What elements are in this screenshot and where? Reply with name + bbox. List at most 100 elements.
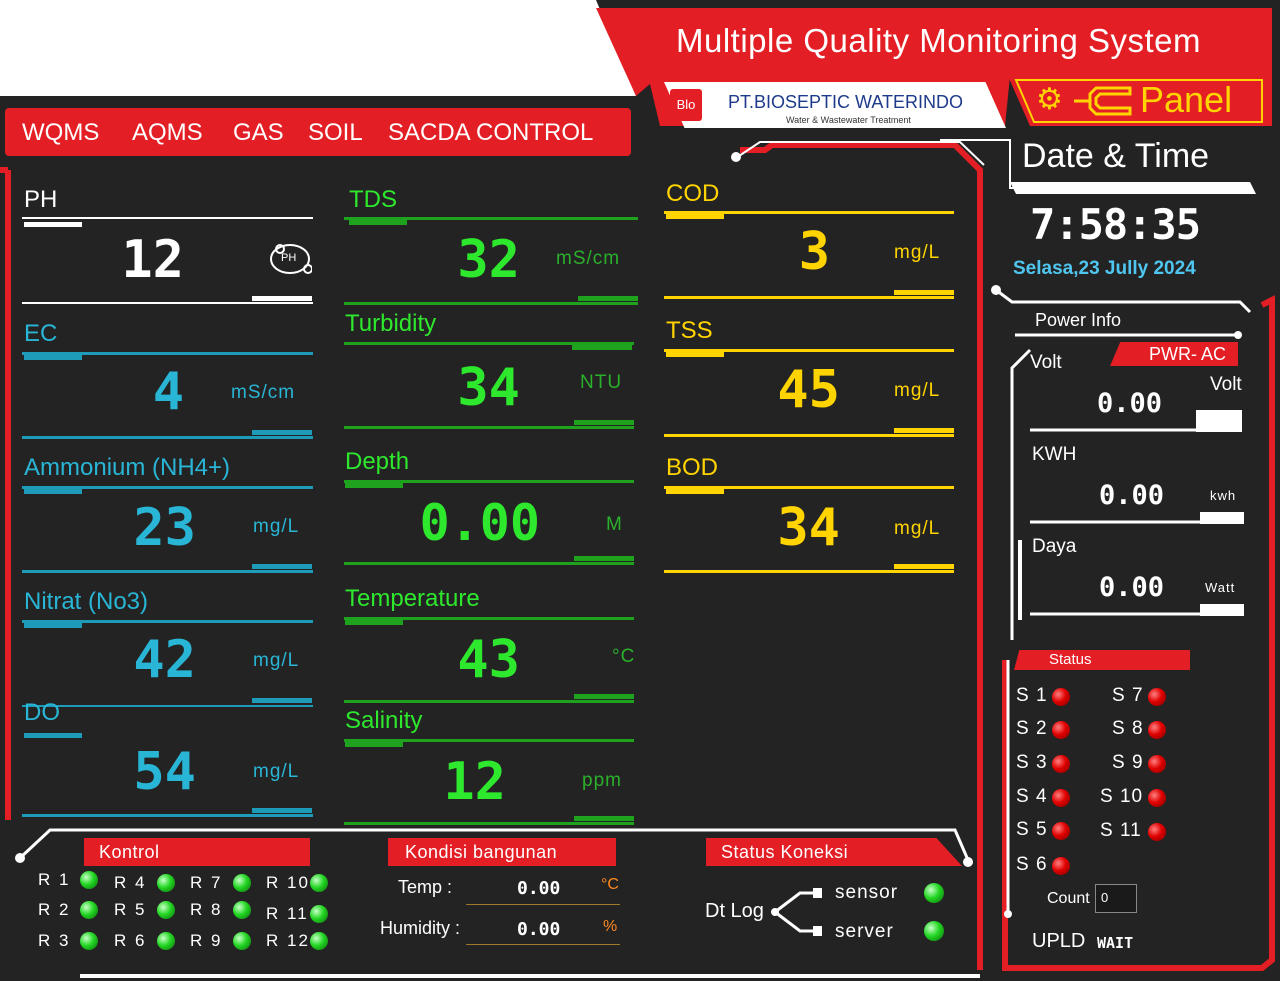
do-value: 54: [133, 742, 196, 802]
count-label: Count: [1047, 890, 1090, 907]
turbidity-label: Turbidity: [345, 310, 437, 337]
status-s5-label: S 5: [1016, 819, 1048, 840]
nav-wqms[interactable]: WQMS: [22, 119, 99, 147]
depth-unit: M: [606, 514, 623, 535]
count-field[interactable]: 0: [1095, 884, 1137, 913]
bod-bottomline: [664, 570, 954, 573]
nav-soil[interactable]: SOIL: [308, 119, 363, 147]
ammonium-endbar: [252, 564, 312, 569]
do-bottomline: [22, 814, 313, 817]
upld-label: UPLD: [1032, 930, 1086, 952]
status-s9-led: [1148, 755, 1166, 773]
ec-endbar: [252, 430, 312, 435]
relay-r5-led[interactable]: [157, 901, 175, 919]
cod-underline: [666, 214, 724, 219]
nav-sacda-control[interactable]: SACDA CONTROL: [388, 119, 593, 147]
status-header: Status: [1014, 650, 1190, 670]
tss-bottomline: [664, 434, 954, 437]
temperature-bottomline: [344, 700, 634, 703]
do-label: DO: [24, 699, 60, 726]
connector-icon: [1074, 86, 1132, 116]
nav-aqms[interactable]: AQMS: [132, 119, 203, 147]
status-s6-label: S 6: [1016, 854, 1048, 875]
status-s1-led: [1052, 688, 1070, 706]
company-name: PT.BIOSEPTIC WATERINDO: [728, 92, 964, 112]
relay-r10-led[interactable]: [310, 874, 328, 892]
status-s4-label: S 4: [1016, 786, 1048, 807]
status-s2-led: [1052, 721, 1070, 739]
cod-unit: mg/L: [894, 242, 941, 263]
sensor-label: sensor: [835, 882, 899, 903]
upld-status: WAIT: [1097, 934, 1134, 952]
datetime-title: Date & Time: [1022, 137, 1210, 175]
status-s1-label: S 1: [1016, 685, 1048, 706]
relay-r8-led[interactable]: [233, 901, 251, 919]
daya-value: 0.00: [1099, 572, 1165, 603]
depth-underline: [345, 483, 403, 488]
nav-gas[interactable]: GAS: [233, 119, 284, 147]
bod-value: 34: [777, 498, 840, 558]
tss-unit: mg/L: [894, 380, 941, 401]
depth-value: 0.00: [419, 494, 540, 552]
depth-bottomline: [344, 562, 634, 565]
relay-r4-label: R 4: [114, 873, 147, 892]
volt-value: 0.00: [1097, 388, 1163, 419]
relay-r12-label: R 12: [266, 931, 310, 950]
kondisi-temp-label: Temp :: [398, 877, 453, 897]
kondisi-humidity-label: Humidity :: [380, 918, 461, 938]
pwr-ac-badge: PWR- AC: [1110, 342, 1238, 366]
kondisi-header: Kondisi bangunan: [388, 838, 616, 866]
bod-unit: mg/L: [894, 518, 941, 539]
bod-underline: [666, 489, 724, 494]
daya-label: Daya: [1032, 536, 1077, 557]
panel-label: Panel: [1140, 79, 1233, 120]
app-title: Multiple Quality Monitoring System: [676, 22, 1202, 59]
relay-r9-label: R 9: [190, 931, 223, 950]
ammonium-value: 23: [133, 498, 196, 558]
relay-r3-led[interactable]: [80, 932, 98, 950]
nitrat-underline: [24, 623, 82, 628]
tds-underline: [349, 220, 407, 225]
relay-r5-label: R 5: [114, 900, 147, 919]
do-underline: [24, 733, 82, 738]
relay-r9-led[interactable]: [233, 932, 251, 950]
kwh-unit: kwh: [1210, 488, 1237, 503]
ammonium-unit: mg/L: [253, 516, 300, 537]
bod-endbar: [894, 564, 954, 569]
relay-r7-led[interactable]: [233, 874, 251, 892]
relay-r6-led[interactable]: [157, 932, 175, 950]
ph-label: PH: [24, 186, 58, 213]
dtlog-label: Dt Log: [705, 900, 764, 922]
tds-endbar: [578, 296, 638, 301]
status-s11-led: [1148, 823, 1166, 841]
relay-r4-led[interactable]: [157, 874, 175, 892]
relay-r1-led[interactable]: [80, 871, 98, 889]
volt-unit: Volt: [1210, 374, 1242, 395]
salinity-bottomline: [344, 822, 634, 825]
ph-underline: [24, 222, 82, 227]
turbidity-value: 34: [457, 358, 520, 418]
tds-bottomline: [344, 302, 638, 305]
status-s10-label: S 10: [1100, 786, 1144, 807]
cod-bottomline: [664, 296, 954, 299]
kondisi-temp-line: [466, 904, 620, 905]
relay-r12-led[interactable]: [310, 932, 328, 950]
nitrat-label: Nitrat (No3): [24, 588, 149, 615]
server-led: [924, 921, 944, 941]
salinity-underline: [345, 742, 403, 747]
ec-bottomline: [22, 436, 313, 439]
kondisi-humidity-value: 0.00: [517, 919, 561, 940]
tds-value: 32: [457, 230, 520, 290]
relay-r11-led[interactable]: [310, 905, 328, 923]
ec-underline: [24, 355, 82, 360]
cod-endbar: [894, 290, 954, 295]
status-s10-led: [1148, 789, 1166, 807]
date: Selasa,23 Jully 2024: [1013, 258, 1196, 279]
salinity-unit: ppm: [582, 770, 622, 791]
temperature-endbar: [574, 694, 634, 699]
depth-endbar: [574, 556, 634, 561]
ph-endbar: [252, 296, 312, 301]
relay-r2-led[interactable]: [80, 901, 98, 919]
temperature-value: 43: [457, 630, 520, 690]
turbidity-unit: NTU: [580, 372, 623, 393]
